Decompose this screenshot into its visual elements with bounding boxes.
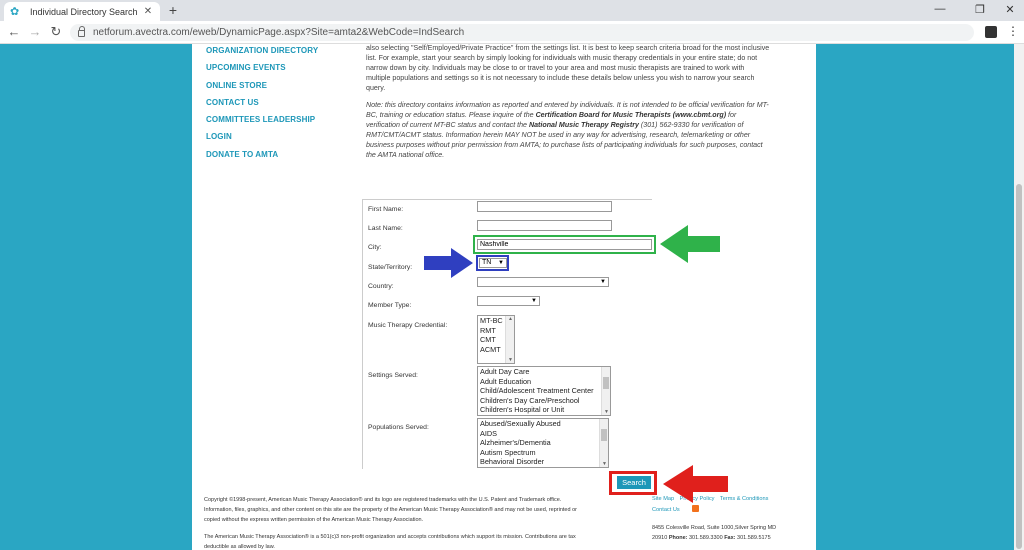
footer-phone-fax: 20910 Phone: 301.589.3300 Fax: 301.589.5… <box>652 535 771 541</box>
country-select[interactable]: ▼ <box>477 277 609 287</box>
intro-text: multiple populations and settings so it … <box>366 74 755 82</box>
copyright-text: Copyright ©1998-present, American Music … <box>204 497 562 503</box>
address-bar: ← → ↻ netforum.avectra.com/eweb/DynamicP… <box>0 21 1024 44</box>
disclaimer-note: the AMTA national office. <box>366 151 445 159</box>
city-highlight-box <box>473 235 656 254</box>
scroll-thumb[interactable] <box>603 377 609 389</box>
first-name-label: First Name: <box>368 206 404 213</box>
intro-text: list. For example, start your search by … <box>366 54 758 62</box>
list-item[interactable]: Adult Day Care <box>478 367 610 377</box>
site-favicon-icon: ✿ <box>10 5 20 18</box>
search-highlight-box <box>609 471 657 495</box>
intro-text: query. <box>366 84 386 92</box>
chevron-down-icon: ▼ <box>531 298 537 304</box>
sidebar-nav: ORGANIZATION DIRECTORY UPCOMING EVENTS O… <box>192 44 356 492</box>
populations-label: Populations Served: <box>368 424 429 431</box>
state-highlight-box <box>476 255 509 271</box>
listbox-scrollbar[interactable]: ▼ <box>599 419 608 467</box>
sidebar-item-donate[interactable]: DONATE TO AMTA <box>206 150 278 159</box>
disclaimer-note: business purposes without prior permissi… <box>366 141 763 149</box>
disclaimer-note: RMT/CMT/ACMT status. Information herein … <box>366 131 751 139</box>
nonprofit-text: deductible as allowed by law. <box>204 544 275 550</box>
intro-text: also selecting "Self/Employed/Private Pr… <box>366 44 770 52</box>
scroll-thumb[interactable] <box>601 429 607 441</box>
state-label: State/Territory: <box>368 264 413 271</box>
list-item[interactable]: Abused/Sexually Abused <box>478 419 608 429</box>
restore-icon[interactable]: ❐ <box>968 3 992 16</box>
member-type-label: Member Type: <box>368 302 412 309</box>
sidebar-item-online-store[interactable]: ONLINE STORE <box>206 81 267 90</box>
sidebar-item-organization-directory[interactable]: ORGANIZATION DIRECTORY <box>206 46 318 55</box>
page-scrollbar[interactable] <box>1014 44 1024 550</box>
listbox-scrollbar[interactable]: ▲ ▼ <box>505 316 514 363</box>
lock-icon <box>78 26 85 37</box>
sidebar-item-login[interactable]: LOGIN <box>206 132 232 141</box>
settings-listbox[interactable]: Adult Day Care Adult Education Child/Ado… <box>477 366 611 416</box>
chevron-up-icon[interactable]: ▲ <box>506 316 514 322</box>
disclaimer-note: verification of current MT-BC status and… <box>366 121 744 129</box>
tab-title: Individual Directory Search <box>30 6 138 17</box>
reload-icon[interactable]: ↻ <box>48 25 64 39</box>
disclaimer-note: Note: this directory contains informatio… <box>366 101 769 109</box>
list-item[interactable]: Children's Hospital or Unit <box>478 405 610 415</box>
page-footer: Copyright ©1998-present, American Music … <box>192 492 816 550</box>
credential-label: Music Therapy Credential: <box>368 322 448 329</box>
browser-tab-bar: ✿ Individual Directory Search ✕ + — ❐ ✕ <box>0 0 1024 21</box>
close-tab-icon[interactable]: ✕ <box>142 6 154 17</box>
browser-tab[interactable]: ✿ Individual Directory Search ✕ <box>4 2 160 21</box>
country-label: Country: <box>368 283 394 290</box>
chevron-down-icon: ▼ <box>600 279 606 285</box>
footer-address: 8455 Colesville Road, Suite 1000,Silver … <box>652 525 777 531</box>
url-field[interactable]: netforum.avectra.com/eweb/DynamicPage.as… <box>70 24 974 41</box>
sidebar-item-committees-leadership[interactable]: COMMITTEES LEADERSHIP <box>206 115 315 124</box>
rss-icon[interactable] <box>692 505 699 512</box>
chevron-down-icon[interactable]: ▼ <box>506 357 514 363</box>
copyright-text: Information, files, graphics, and other … <box>204 507 577 513</box>
chevron-down-icon[interactable]: ▼ <box>600 461 608 467</box>
terms-link[interactable]: Terms & Conditions <box>720 496 769 502</box>
contact-us-link[interactable]: Contact Us <box>652 507 680 513</box>
new-tab-icon[interactable]: + <box>166 3 180 17</box>
populations-listbox[interactable]: Abused/Sexually Abused AIDS Alzheimer's/… <box>477 418 609 468</box>
forward-arrow-icon[interactable]: → <box>27 25 43 39</box>
last-name-field[interactable] <box>477 220 612 231</box>
city-label: City: <box>368 244 382 251</box>
account-icon[interactable] <box>985 26 997 38</box>
footer-links: Site Map Privacy Policy Terms & Conditio… <box>652 496 772 502</box>
list-item[interactable]: Child/Adolescent Treatment Center <box>478 386 610 396</box>
chevron-down-icon[interactable]: ▼ <box>602 409 610 415</box>
list-item[interactable]: Autism Spectrum <box>478 448 608 458</box>
sidebar-item-upcoming-events[interactable]: UPCOMING EVENTS <box>206 63 286 72</box>
page-scroll-thumb[interactable] <box>1016 184 1022 549</box>
browser-menu-icon[interactable]: ⋮ <box>1007 24 1019 38</box>
credential-listbox[interactable]: MT-BC RMT CMT ACMT ▲ ▼ <box>477 315 515 364</box>
registry-name: National Music Therapy Registry <box>528 121 639 129</box>
settings-label: Settings Served: <box>368 372 418 379</box>
intro-text: narrow down by city. Individuals may be … <box>366 64 745 72</box>
back-arrow-icon[interactable]: ← <box>6 25 22 39</box>
list-item[interactable]: Behavioral Disorder <box>478 457 608 467</box>
list-item[interactable]: Adult Education <box>478 377 610 387</box>
copyright-text: copied without the express written permi… <box>204 517 424 523</box>
nonprofit-text: The American Music Therapy Association® … <box>204 534 576 540</box>
list-item[interactable]: Alzheimer's/Dementia <box>478 438 608 448</box>
sidebar-item-contact-us[interactable]: CONTACT US <box>206 98 259 107</box>
list-item[interactable]: AIDS <box>478 429 608 439</box>
close-window-icon[interactable]: ✕ <box>998 3 1022 16</box>
minimize-icon[interactable]: — <box>928 3 952 15</box>
site-map-link[interactable]: Site Map <box>652 496 674 502</box>
member-type-select[interactable]: ▼ <box>477 296 540 306</box>
url-text: netforum.avectra.com/eweb/DynamicPage.as… <box>93 27 465 38</box>
first-name-field[interactable] <box>477 201 612 212</box>
cbmt-link: Certification Board for Music Therapists… <box>535 111 727 119</box>
list-item[interactable]: Children's Day Care/Preschool <box>478 396 610 406</box>
listbox-scrollbar[interactable]: ▼ <box>601 367 610 415</box>
privacy-policy-link[interactable]: Privacy Policy <box>680 496 715 502</box>
disclaimer-note: BC, training or education status. Please… <box>366 111 737 119</box>
last-name-label: Last Name: <box>368 225 403 232</box>
